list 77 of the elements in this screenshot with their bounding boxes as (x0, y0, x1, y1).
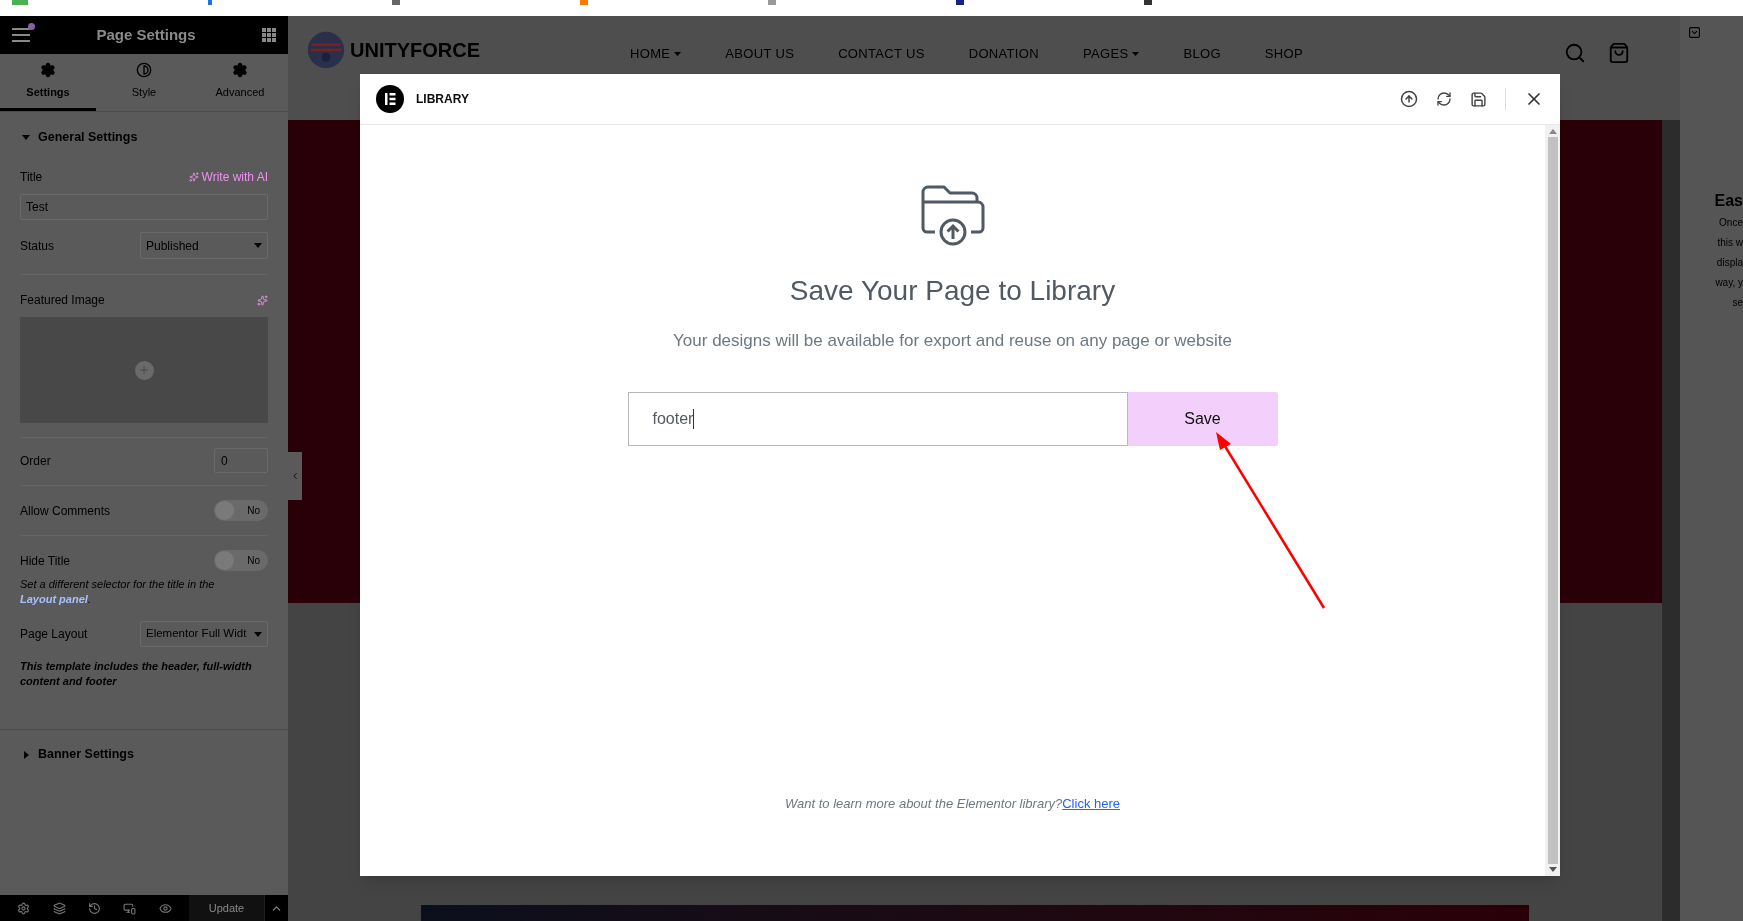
caret-icon (22, 750, 30, 759)
template-name-field[interactable]: footer (627, 391, 1128, 446)
gear-icon (232, 61, 248, 78)
help-text: This template includes the header, full-width content and footer (20, 659, 253, 689)
nav-link[interactable]: DONATION (968, 44, 1039, 64)
update-button[interactable]: Update (189, 895, 264, 921)
collapse-handle[interactable] (288, 452, 302, 500)
caret-icon (22, 133, 30, 141)
order-field[interactable]: 0 (214, 448, 268, 473)
logo-text: UNITYFORCE (350, 38, 480, 63)
search-icon[interactable] (1564, 42, 1586, 64)
side-heading: Eas (1714, 191, 1743, 211)
nav-link[interactable]: SHOP (1264, 44, 1303, 64)
side-text: Once (1719, 216, 1743, 230)
nav-link[interactable]: CONTACT US (838, 44, 925, 64)
section-header[interactable]: Banner Settings (0, 729, 288, 779)
nav-link[interactable]: BLOG (1183, 44, 1221, 64)
apps-grid-icon[interactable] (262, 28, 276, 42)
field-label: Featured Image (20, 292, 105, 309)
status-select[interactable]: Published (140, 232, 268, 259)
section-header[interactable]: General Settings (0, 112, 288, 162)
settings-icon[interactable] (17, 901, 31, 915)
side-text: displa (1716, 256, 1743, 270)
title-field[interactable]: Test (20, 194, 268, 220)
responsive-icon[interactable] (123, 901, 137, 915)
logo-icon (306, 30, 346, 70)
caret-icon (1132, 51, 1140, 56)
footer-text: Want to learn more about the Elementor library?Click here (785, 794, 1120, 813)
dropdown-icon[interactable] (1688, 26, 1701, 39)
save-button[interactable]: Save (1127, 391, 1278, 446)
side-text: se (1732, 296, 1743, 310)
scrollbar[interactable] (1662, 120, 1680, 921)
scrollbar[interactable] (1545, 125, 1560, 876)
panel-title: Page Settings (96, 24, 196, 45)
side-text: way, y (1715, 276, 1743, 290)
toggle-switch[interactable]: No (214, 500, 268, 521)
dialog-subtitle: Your designs will be available for export and reuse on any page or website (673, 330, 1232, 352)
cart-icon[interactable] (1608, 42, 1630, 64)
layers-icon[interactable] (52, 901, 66, 915)
history-icon[interactable] (87, 901, 101, 915)
sparkle-icon (188, 172, 199, 182)
write-with-ai-link[interactable]: Write with AI (188, 168, 268, 186)
toggle-switch[interactable]: No (214, 550, 268, 571)
field-label: Order (20, 452, 51, 470)
field-label: Page Layout (20, 626, 88, 643)
scroll-up-icon[interactable] (1548, 129, 1557, 134)
help-text: Set a different selector for the title in the Layout panel. (20, 577, 216, 607)
nav-link[interactable]: PAGES (1082, 44, 1140, 64)
dialog-heading: Save Your Page to Library (789, 274, 1116, 308)
gear-icon (40, 61, 56, 78)
panel-tab[interactable]: Settings (0, 54, 96, 111)
menu-icon[interactable] (12, 28, 30, 42)
caret-icon (254, 243, 262, 248)
field-label: Hide Title (20, 552, 71, 570)
side-text: this w (1717, 236, 1743, 250)
sync-icon[interactable] (1436, 91, 1452, 107)
field-label: Allow Comments (20, 502, 111, 520)
caret-icon (254, 631, 262, 637)
field-label: Status (20, 237, 55, 255)
scroll-down-icon[interactable] (1548, 867, 1557, 872)
click-here-link[interactable]: Click here (1062, 795, 1120, 811)
nav-link[interactable]: HOME (630, 44, 682, 64)
elementor-logo-icon (376, 85, 404, 113)
panel-tab[interactable]: Advanced (192, 54, 288, 111)
add-icon (134, 360, 154, 380)
save-icon[interactable] (1470, 90, 1487, 108)
upload-icon[interactable] (1400, 90, 1418, 108)
page-layout-select[interactable]: Elementor Full Widt (140, 621, 268, 647)
panel-tab[interactable]: Style (96, 54, 192, 111)
dialog-title: LIBRARY (416, 91, 469, 108)
contrast-icon (136, 61, 152, 78)
caret-icon (674, 51, 682, 56)
field-label: Title (20, 169, 43, 186)
preview-icon[interactable] (158, 901, 172, 915)
layout-panel-link[interactable]: Layout panel (20, 593, 88, 605)
nav-link[interactable]: ABOUT US (725, 44, 795, 64)
sparkle-icon[interactable] (257, 294, 268, 306)
